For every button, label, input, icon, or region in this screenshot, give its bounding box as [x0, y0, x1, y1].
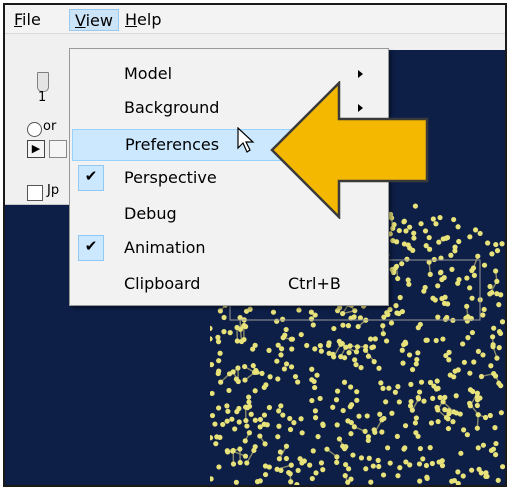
application-window: File View Help 1 or ▶ Jp Model Backgroun…: [3, 3, 507, 487]
frame-slider-knob[interactable]: [37, 72, 49, 92]
callout-arrow-icon: [270, 81, 429, 219]
step-button[interactable]: [49, 140, 67, 158]
checkmark-icon: ✔: [84, 167, 98, 185]
option-radio-label: or: [43, 119, 57, 134]
jp-checkbox[interactable]: [27, 185, 43, 201]
menu-item-clipboard[interactable]: Clipboard Ctrl+B: [72, 269, 384, 301]
mouse-pointer-icon: [237, 127, 255, 153]
jp-checkbox-label: Jp: [47, 183, 60, 198]
menu-bar: File View Help: [5, 5, 505, 34]
menu-help[interactable]: Help: [120, 9, 166, 31]
menu-view[interactable]: View: [69, 9, 119, 31]
check-indicator: ✔: [78, 165, 104, 191]
menu-file[interactable]: File: [9, 9, 46, 31]
frame-slider-value: 1: [38, 90, 47, 105]
option-radio[interactable]: [27, 122, 42, 137]
clipboard-shortcut: Ctrl+B: [288, 274, 341, 293]
menu-item-animation[interactable]: ✔ Animation: [72, 233, 384, 265]
submenu-arrow-icon: [358, 70, 363, 78]
play-icon: ▶: [31, 142, 41, 155]
play-button[interactable]: ▶: [27, 140, 45, 158]
checkmark-icon: ✔: [84, 237, 98, 255]
check-indicator: ✔: [78, 235, 104, 261]
